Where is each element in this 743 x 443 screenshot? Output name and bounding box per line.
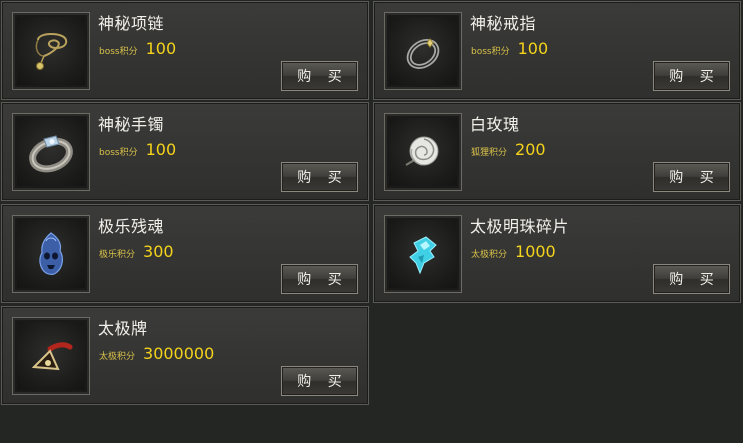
currency-label: 太极积分 <box>471 250 508 260</box>
item-slot[interactable] <box>384 12 462 90</box>
item-name: 太极牌 <box>98 319 148 338</box>
shop-item-card: 极乐残魂 极乐积分 300 购 买 <box>1 204 369 303</box>
shop-item-card: 太极明珠碎片 太极积分 1000 购 买 <box>373 204 741 303</box>
shop-item-card: 神秘项链 boss积分 100 购 买 <box>1 1 369 100</box>
currency-label: 狐狸积分 <box>471 148 508 158</box>
price-value: 100 <box>517 39 549 58</box>
necklace-icon <box>35 33 68 70</box>
price-row: boss积分 100 <box>99 140 176 159</box>
buy-button[interactable]: 购 买 <box>653 61 730 91</box>
buy-button[interactable]: 购 买 <box>281 162 358 192</box>
soul-spirit-icon <box>39 232 63 275</box>
item-name: 神秘项链 <box>98 14 165 33</box>
price-row: 太极积分 3000000 <box>99 344 214 363</box>
bracelet-icon <box>29 135 73 173</box>
price-row: boss积分 100 <box>99 39 176 58</box>
currency-label: boss积分 <box>471 47 510 57</box>
buy-button[interactable]: 购 买 <box>653 162 730 192</box>
price-row: boss积分 100 <box>471 39 548 58</box>
item-name: 神秘戒指 <box>470 14 537 33</box>
price-value: 200 <box>515 140 546 159</box>
ring-icon <box>406 38 440 69</box>
price-value: 100 <box>145 140 177 159</box>
price-row: 狐狸积分 200 <box>471 140 546 159</box>
buy-button[interactable]: 购 买 <box>653 264 730 294</box>
item-slot[interactable] <box>12 215 90 293</box>
price-value: 300 <box>143 242 174 261</box>
price-row: 极乐积分 300 <box>99 242 174 261</box>
currency-label: boss积分 <box>99 47 138 57</box>
price-value: 3000000 <box>143 344 215 363</box>
currency-label: 极乐积分 <box>99 250 136 260</box>
price-value: 1000 <box>515 242 556 261</box>
white-rose-icon <box>405 136 439 166</box>
buy-button[interactable]: 购 买 <box>281 264 358 294</box>
shop-item-card: 神秘戒指 boss积分 100 购 买 <box>373 1 741 100</box>
currency-label: 太极积分 <box>99 352 136 362</box>
item-name: 白玫瑰 <box>470 115 520 134</box>
buy-button[interactable]: 购 买 <box>281 61 358 91</box>
item-slot[interactable] <box>12 113 90 191</box>
item-name: 神秘手镯 <box>98 115 165 134</box>
price-row: 太极积分 1000 <box>471 242 556 261</box>
item-name: 太极明珠碎片 <box>470 217 570 236</box>
currency-label: boss积分 <box>99 148 138 158</box>
buy-button[interactable]: 购 买 <box>281 366 358 396</box>
shop-item-card: 太极牌 太极积分 3000000 购 买 <box>1 306 369 405</box>
item-slot[interactable] <box>12 317 90 395</box>
shop-item-card: 白玫瑰 狐狸积分 200 购 买 <box>373 102 741 201</box>
price-value: 100 <box>145 39 177 58</box>
shop-item-card: 神秘手镯 boss积分 100 购 买 <box>1 102 369 201</box>
item-slot[interactable] <box>384 113 462 191</box>
item-slot[interactable] <box>384 215 462 293</box>
item-name: 极乐残魂 <box>98 217 165 236</box>
item-slot[interactable] <box>12 12 90 90</box>
taiji-token-icon <box>31 342 73 371</box>
pearl-shard-icon <box>409 236 437 275</box>
